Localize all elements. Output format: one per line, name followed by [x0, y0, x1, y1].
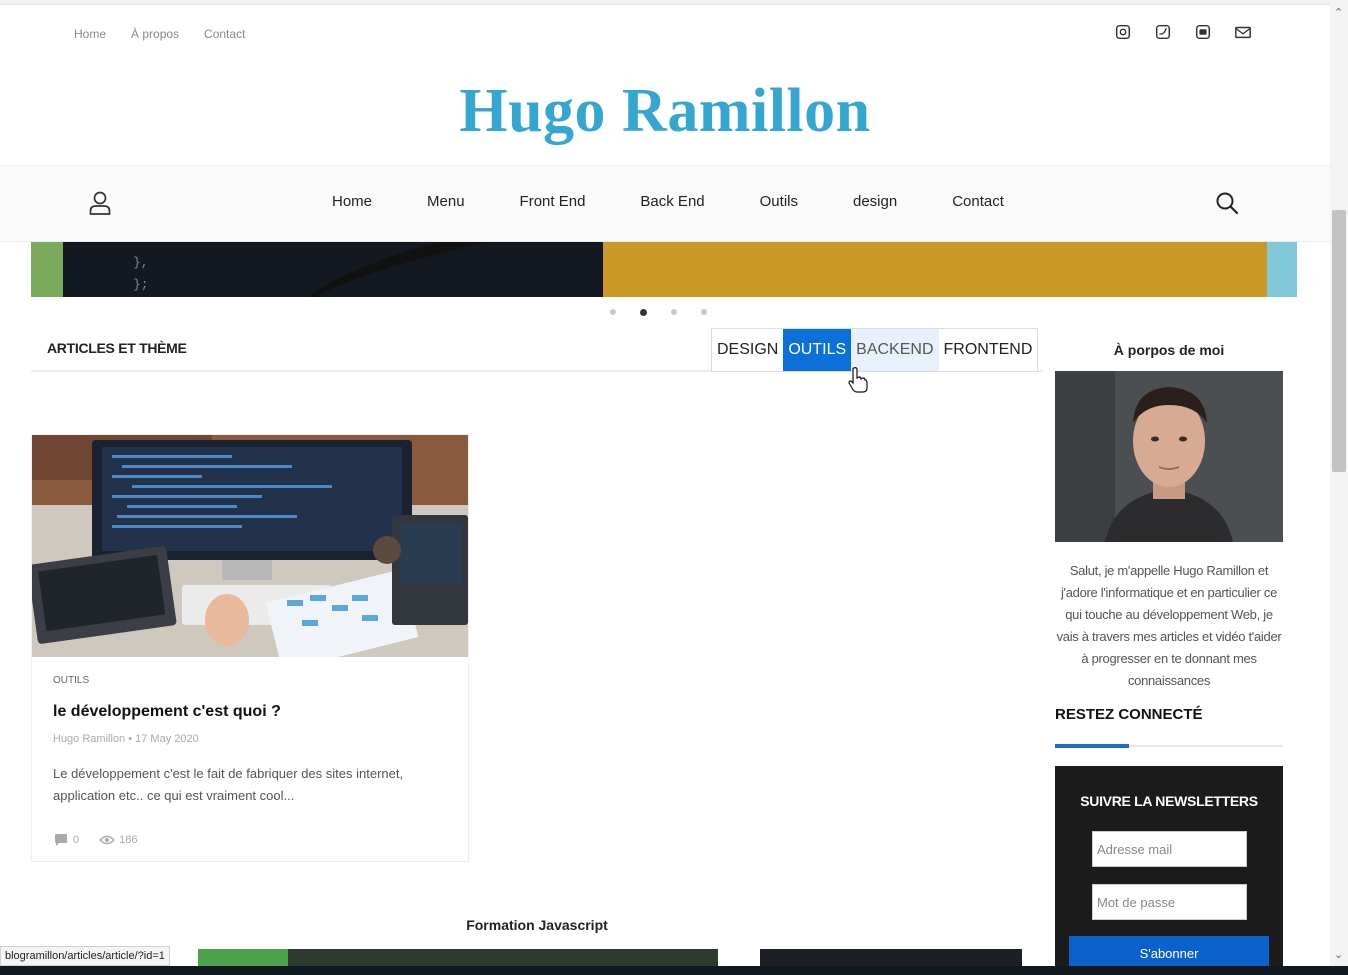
nav-item-home[interactable]: Home	[332, 193, 372, 210]
article-thumbnail[interactable]	[32, 435, 468, 657]
newsletter-title: SUIVRE LA NEWSLETTERS	[1080, 793, 1258, 809]
email-field[interactable]	[1092, 831, 1247, 867]
article-author[interactable]: Hugo Ramillon	[53, 733, 125, 745]
nav-item-back-end[interactable]: Back End	[640, 193, 704, 210]
nav-item-front-end[interactable]: Front End	[520, 193, 586, 210]
hero-slider[interactable]: }, };	[31, 242, 1297, 297]
about-title: À porpos de moi	[1113, 342, 1225, 358]
top-link-contact[interactable]: Contact	[204, 27, 245, 41]
view-count: 186	[99, 834, 137, 846]
top-link-home[interactable]: Home	[74, 27, 106, 41]
mail-icon[interactable]	[1233, 22, 1253, 42]
status-bar-url: blogramillon/articles/article/?id=1	[0, 946, 170, 966]
nav-item-contact[interactable]: Contact	[952, 193, 1004, 210]
password-field[interactable]	[1092, 884, 1247, 920]
instagram-icon[interactable]	[1113, 22, 1133, 42]
section-divider	[1055, 744, 1283, 748]
browser-top-strip	[0, 0, 1330, 5]
social-links	[1113, 22, 1253, 42]
eye-icon	[99, 835, 116, 845]
comment-icon	[55, 834, 67, 846]
top-links: Home À propos Contact	[74, 27, 245, 41]
category-tabs: DESIGN OUTILS BACKEND FRONTEND	[711, 328, 1039, 372]
youtube-icon[interactable]	[1193, 22, 1213, 42]
search-icon[interactable]	[1214, 190, 1240, 216]
stay-connected-title: RESTEZ CONNECTÉ	[1055, 706, 1203, 723]
code-line: },	[133, 255, 149, 270]
newsletter-box: SUIVRE LA NEWSLETTERS S'abonner	[1055, 766, 1283, 975]
code-line: };	[133, 277, 149, 292]
tab-outils[interactable]: OUTILS	[783, 329, 852, 371]
user-icon[interactable]	[88, 190, 112, 216]
slider-dot-active[interactable]	[640, 309, 647, 316]
article-title[interactable]: le développement c'est quoi ?	[53, 703, 281, 721]
scrollbar[interactable]: ⌃ ⌄	[1330, 0, 1348, 966]
article-excerpt: Le développement c'est le fait de fabriq…	[53, 766, 404, 803]
nav-menu: Home Menu Front End Back End Outils desi…	[332, 193, 1059, 210]
articles-section-title: ARTICLES ET THÈME	[47, 340, 187, 356]
article-meta: Hugo Ramillon • 17 May 2020	[53, 733, 199, 745]
articles-header: ARTICLES ET THÈME DESIGN OUTILS BACKEND …	[31, 328, 1043, 372]
tab-design[interactable]: DESIGN	[712, 329, 783, 371]
os-taskbar	[0, 966, 1348, 975]
article-category[interactable]: OUTILS	[53, 675, 89, 686]
scrollbar-thumb[interactable]	[1332, 210, 1346, 472]
comment-count: 0	[53, 833, 79, 847]
page: Home À propos Contact Hugo Ramillon Home…	[0, 0, 1348, 975]
article-date: 17 May 2020	[135, 733, 199, 745]
nav-item-menu[interactable]: Menu	[427, 193, 465, 210]
scroll-down-icon[interactable]: ⌄	[1334, 948, 1343, 961]
main-nav: Home Menu Front End Back End Outils desi…	[0, 165, 1330, 242]
slider-dot[interactable]	[701, 309, 707, 315]
slider-dot[interactable]	[610, 309, 616, 315]
site-logo[interactable]: Hugo Ramillon	[0, 76, 1330, 147]
hand-cursor-icon	[848, 366, 868, 394]
tab-backend[interactable]: BACKEND	[851, 329, 939, 371]
slider-dot[interactable]	[671, 309, 677, 315]
tab-frontend[interactable]: FRONTEND	[939, 329, 1038, 371]
about-text: Salut, je m'appelle Hugo Ramillon et j'a…	[1056, 563, 1282, 688]
top-link-apropos[interactable]: À propos	[131, 27, 179, 41]
article-card[interactable]: OUTILS le développement c'est quoi ? Hug…	[31, 434, 469, 862]
author-avatar	[1055, 371, 1283, 542]
nav-item-outils[interactable]: Outils	[760, 193, 798, 210]
scroll-up-icon[interactable]: ⌃	[1334, 6, 1343, 19]
twitter-icon[interactable]	[1153, 22, 1173, 42]
nav-item-design[interactable]: design	[853, 193, 897, 210]
article-stats: 0 186	[53, 833, 137, 847]
slider-dots	[610, 309, 707, 316]
formation-section-title: Formation Javascript	[466, 917, 608, 933]
